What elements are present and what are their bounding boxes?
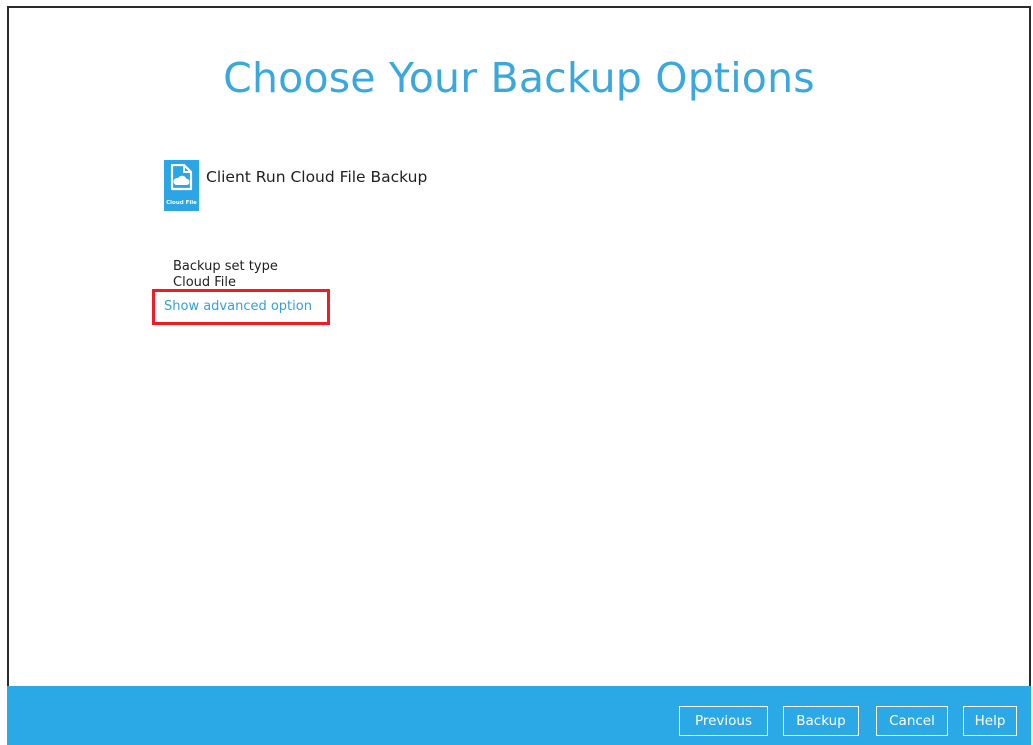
previous-button[interactable]: Previous — [679, 706, 768, 736]
footer-bar: Previous Backup Cancel Help — [7, 686, 1031, 745]
backup-module-title: Client Run Cloud File Backup — [206, 168, 428, 186]
help-button[interactable]: Help — [963, 706, 1017, 736]
cloud-file-document-glyph — [170, 164, 193, 191]
page-title: Choose Your Backup Options — [223, 54, 815, 102]
wizard-window: Choose Your Backup Options Cloud File Cl… — [7, 6, 1031, 743]
backup-module-header: Cloud File Client Run Cloud File Backup — [164, 160, 427, 211]
cloud-file-icon-label: Cloud File — [166, 200, 197, 206]
backup-button[interactable]: Backup — [783, 706, 859, 736]
backup-set-type-info: Backup set type Cloud File — [173, 259, 278, 291]
backup-set-type-label: Backup set type — [173, 259, 278, 274]
cancel-button[interactable]: Cancel — [876, 706, 948, 736]
show-advanced-option-link[interactable]: Show advanced option — [164, 299, 312, 315]
cloud-file-icon: Cloud File — [164, 160, 199, 211]
